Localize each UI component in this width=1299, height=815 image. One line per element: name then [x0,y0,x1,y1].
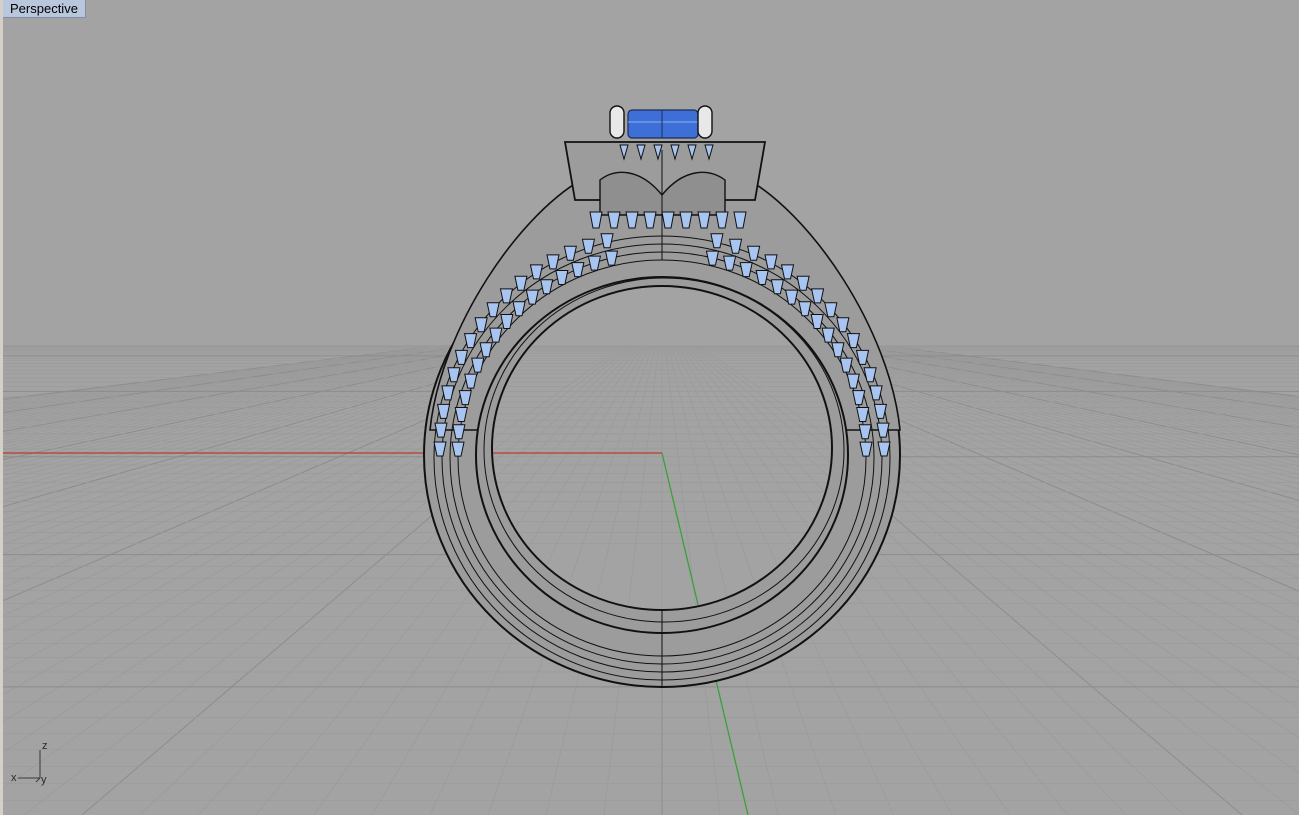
viewport-left-border [0,0,3,815]
axes-widget: z x y [8,740,58,790]
perspective-viewport[interactable]: Perspective z x y [0,0,1299,815]
prong [697,105,713,139]
viewport-title-tab[interactable]: Perspective [3,0,86,18]
axes-widget-y-label: y [41,774,47,786]
center-stone [627,109,699,139]
axes-widget-x-label: x [11,772,17,784]
viewport-canvas[interactable] [0,0,1299,815]
prong [609,105,625,139]
axes-widget-z-label: z [42,740,48,752]
